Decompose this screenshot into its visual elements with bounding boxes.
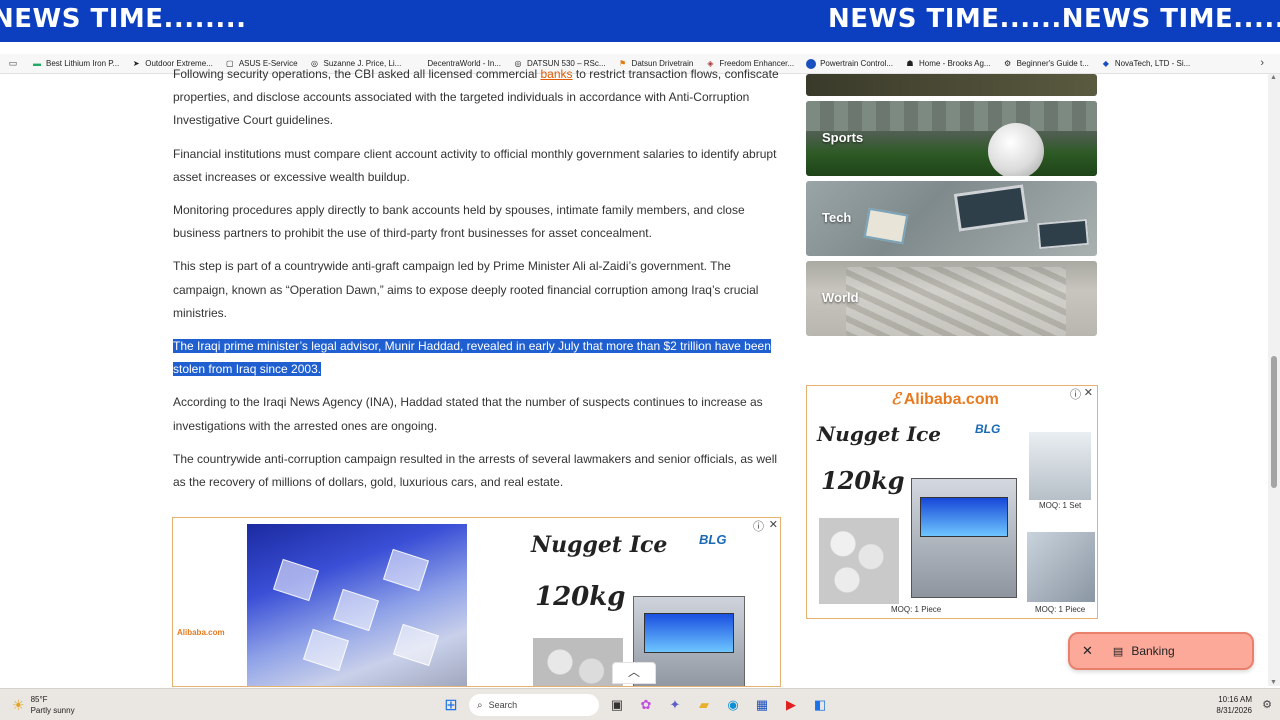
ad-capacity: 120kg bbox=[821, 466, 905, 495]
alibaba-logo: ℰ Alibaba.com bbox=[891, 391, 999, 408]
youtube-icon[interactable]: ▶ bbox=[780, 694, 802, 716]
blg-logo: BLG bbox=[699, 532, 727, 547]
category-label: Sports bbox=[822, 130, 864, 145]
article-paragraph: This step is part of a countrywide anti-… bbox=[173, 259, 759, 320]
ice-machine-image bbox=[911, 478, 1017, 598]
site-icon: ◆ bbox=[1102, 58, 1109, 68]
vertical-scrollbar[interactable]: ▲ ▼ bbox=[1268, 74, 1280, 686]
bookmark-item[interactable]: ⚙ Beginner's Guide t... bbox=[997, 59, 1095, 69]
ice-photo bbox=[247, 524, 467, 686]
map-image bbox=[846, 267, 1066, 336]
clock-time: 10:16 AM bbox=[1218, 695, 1252, 704]
toast-label: Banking bbox=[1131, 644, 1175, 658]
ice-nuggets-image bbox=[819, 518, 899, 604]
list-icon: ▤ bbox=[1112, 645, 1124, 658]
weather-widget[interactable]: ☀ 85°F Partly sunny bbox=[12, 694, 75, 716]
banking-toast[interactable]: ✕ ▤ Banking bbox=[1068, 632, 1254, 670]
edge-browser-icon[interactable]: ◉ bbox=[722, 694, 744, 716]
bookmark-item[interactable]: ◆ NovaTech, LTD - Si... bbox=[1095, 59, 1196, 69]
blg-logo: BLG bbox=[975, 422, 1001, 436]
moq-caption: MOQ: 1 Set bbox=[1039, 501, 1082, 510]
article-paragraph: The countrywide anti-corruption campaign… bbox=[173, 451, 778, 490]
ice-cube-image bbox=[1027, 532, 1095, 602]
moq-caption: MOQ: 1 Piece bbox=[891, 605, 942, 614]
article-paragraph-selected[interactable]: The Iraqi prime minister’s legal advisor… bbox=[173, 335, 783, 381]
scrollbar-thumb[interactable] bbox=[1271, 356, 1277, 488]
taskbar: ☀ 85°F Partly sunny ⊞ ⌕ Search ▣ ✿ ✦ ▰ ◉… bbox=[0, 688, 1280, 720]
ad-banner-bottom[interactable]: Alibaba.com Nugget Ice 120kg BLG ⓘ ✕ bbox=[172, 517, 781, 687]
article-body: Following security operations, the CBI a… bbox=[173, 66, 783, 504]
taskbar-apps: ⊞ ⌕ Search ▣ ✿ ✦ ▰ ◉ ▦ ▶ ◧ bbox=[440, 694, 838, 716]
taskbar-search[interactable]: ⌕ Search bbox=[469, 694, 599, 716]
news-ticker: NEWS TIME........ NEWS TIME......NEWS TI… bbox=[0, 0, 1280, 42]
article-paragraph: Following security operations, the CBI a… bbox=[173, 67, 779, 128]
ice-nuggets-image bbox=[533, 638, 623, 686]
task-view-icon[interactable]: ▣ bbox=[606, 694, 628, 716]
search-icon: ⌕ bbox=[477, 699, 483, 711]
ad-close-icon[interactable]: ✕ bbox=[1084, 386, 1093, 399]
article-paragraph: According to the Iraqi News Agency (INA)… bbox=[173, 395, 763, 433]
article-paragraph: Financial institutions must compare clie… bbox=[173, 146, 777, 184]
system-clock[interactable]: 10:16 AM 8/31/2026 bbox=[1216, 694, 1252, 716]
clock-date: 8/31/2026 bbox=[1216, 706, 1252, 715]
gear-icon: ⚙ bbox=[1004, 58, 1012, 68]
ad-capacity: 120kg bbox=[535, 582, 626, 612]
compass-icon: ➤ bbox=[132, 58, 140, 68]
scroll-down-icon[interactable]: ▼ bbox=[1270, 679, 1277, 686]
chevron-up-icon: ︿ bbox=[627, 665, 640, 679]
settings-icon[interactable]: ⚙ bbox=[1262, 698, 1272, 711]
ad-title: Nugget Ice bbox=[817, 422, 941, 446]
banks-link[interactable]: banks bbox=[541, 67, 573, 81]
search-placeholder: Search bbox=[488, 700, 518, 710]
ad-info-icon[interactable]: ⓘ bbox=[753, 518, 764, 534]
ad-close-icon[interactable]: ✕ bbox=[769, 518, 778, 531]
alibaba-small-logo: Alibaba.com bbox=[177, 628, 225, 637]
bookmark-item[interactable]: Powertrain Control... bbox=[800, 58, 899, 69]
category-card-tech[interactable]: Tech bbox=[806, 181, 1097, 256]
category-card-partial[interactable] bbox=[806, 74, 1097, 96]
app-icon[interactable]: ◧ bbox=[809, 694, 831, 716]
user-icon: ☗ bbox=[906, 58, 914, 68]
weather-temp: 85°F bbox=[30, 695, 48, 704]
teams-icon[interactable]: ✦ bbox=[664, 694, 686, 716]
bookmark-item[interactable]: ☗ Home - Brooks Ag... bbox=[899, 59, 997, 69]
ticker-text-left: NEWS TIME........ bbox=[0, 4, 247, 34]
scroll-to-top-button[interactable]: ︿ bbox=[612, 662, 656, 684]
weather-desc: Partly sunny bbox=[30, 706, 75, 715]
moq-caption: MOQ: 1 Piece bbox=[1035, 605, 1086, 614]
chevron-right-icon[interactable]: › bbox=[1260, 57, 1264, 69]
windows-start-icon[interactable]: ⊞ bbox=[440, 694, 462, 716]
ad-info-icon[interactable]: ⓘ bbox=[1070, 386, 1081, 402]
copilot-icon[interactable]: ✿ bbox=[635, 694, 657, 716]
ad-banner-right[interactable]: ℰ Alibaba.com Nugget Ice 120kg BLG MOQ: 1… bbox=[806, 385, 1098, 619]
site-icon bbox=[806, 58, 817, 69]
battery-icon: ▬ bbox=[33, 58, 41, 68]
soccer-ball-image bbox=[988, 123, 1044, 176]
scroll-up-icon[interactable]: ▲ bbox=[1270, 74, 1277, 81]
category-label: World bbox=[822, 290, 859, 305]
apps-icon[interactable]: ▭ bbox=[0, 58, 26, 69]
ticker-text-right: NEWS TIME......NEWS TIME........ bbox=[828, 4, 1280, 34]
category-label: Tech bbox=[822, 210, 852, 225]
bookmark-item[interactable]: ▬ Best Lithium Iron P... bbox=[26, 59, 125, 69]
close-icon[interactable]: ✕ bbox=[1082, 643, 1093, 659]
ice-machine-set-image bbox=[1029, 432, 1091, 500]
category-card-sports[interactable]: Sports bbox=[806, 101, 1097, 176]
sun-cloud-icon: ☀ bbox=[12, 696, 25, 713]
store-icon[interactable]: ▦ bbox=[751, 694, 773, 716]
article-paragraph: Monitoring procedures apply directly to … bbox=[173, 203, 745, 241]
file-explorer-icon[interactable]: ▰ bbox=[693, 694, 715, 716]
ad-title: Nugget Ice bbox=[531, 532, 668, 558]
category-card-world[interactable]: World bbox=[806, 261, 1097, 336]
